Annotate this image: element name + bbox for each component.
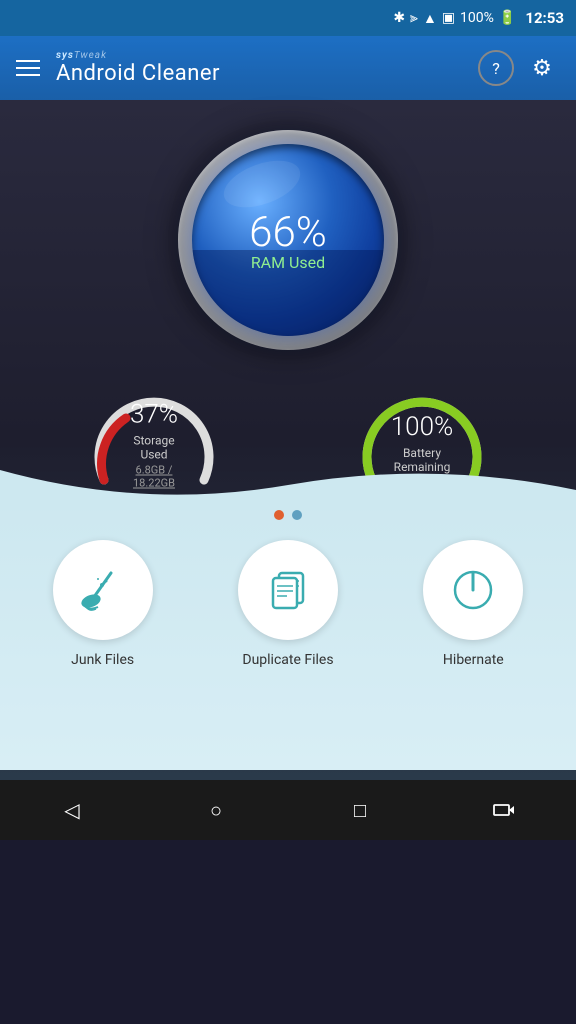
hibernate-action[interactable]: Hibernate [423,540,523,668]
main-content: 66% RAM Used 37% Storage Used 6.8GB / 18… [0,100,576,780]
help-button[interactable]: ? [478,50,514,86]
page-dot-2 [292,510,302,520]
ram-gauge-inner: 66% RAM Used [192,144,384,336]
status-time: 12:53 [525,9,564,27]
vibrate-icon: ⫸ [410,10,418,26]
status-icons: ✱ ⫸ ▲ ▣ 100% 🔋 12:53 [393,9,564,27]
wave-top [0,460,576,510]
battery-percent: 100% [387,412,457,442]
page-dot-1 [274,510,284,520]
title-group: sysTweak Android Cleaner [56,50,462,86]
storage-label: Storage Used [119,434,189,462]
wave-svg [0,460,576,510]
duplicate-icon [261,563,315,617]
duplicate-files-action[interactable]: Duplicate Files [238,540,338,668]
bluetooth-icon: ✱ [393,10,405,26]
home-button[interactable]: ○ [191,785,241,835]
ram-percent: 66% [249,208,327,257]
hibernate-circle [423,540,523,640]
status-bar: ✱ ⫸ ▲ ▣ 100% 🔋 12:53 [0,0,576,36]
wifi-icon: ▲ [423,10,437,27]
bottom-section: Junk Files [0,500,576,770]
recents-button[interactable]: □ [335,785,385,835]
settings-button[interactable]: ⚙ [524,50,560,86]
ram-label: RAM Used [251,253,325,272]
hibernate-label: Hibernate [443,652,504,668]
junk-files-circle [53,540,153,640]
app-title: Android Cleaner [56,61,462,86]
ram-gauge-outer: 66% RAM Used [178,130,398,350]
battery-icon: 🔋 [499,10,516,26]
cast-icon [492,798,516,822]
cast-button[interactable] [479,785,529,835]
ram-gauge: 66% RAM Used [178,130,398,350]
signal-icon: ▣ [442,10,455,26]
broom-icon [76,563,130,617]
top-bar-actions: ? ⚙ [478,50,560,86]
battery-percent: 100% [460,10,494,26]
junk-files-action[interactable]: Junk Files [53,540,153,668]
actions-row: Junk Files [0,520,576,678]
back-button[interactable]: ◁ [47,785,97,835]
nav-bar: ◁ ○ □ [0,780,576,840]
menu-button[interactable] [16,60,40,76]
junk-files-label: Junk Files [71,652,134,668]
duplicate-files-circle [238,540,338,640]
brand-name: sysTweak [56,50,462,61]
duplicate-files-label: Duplicate Files [242,652,333,668]
storage-percent: 37% [119,400,189,430]
hibernate-icon [446,563,500,617]
top-bar: sysTweak Android Cleaner ? ⚙ [0,36,576,100]
